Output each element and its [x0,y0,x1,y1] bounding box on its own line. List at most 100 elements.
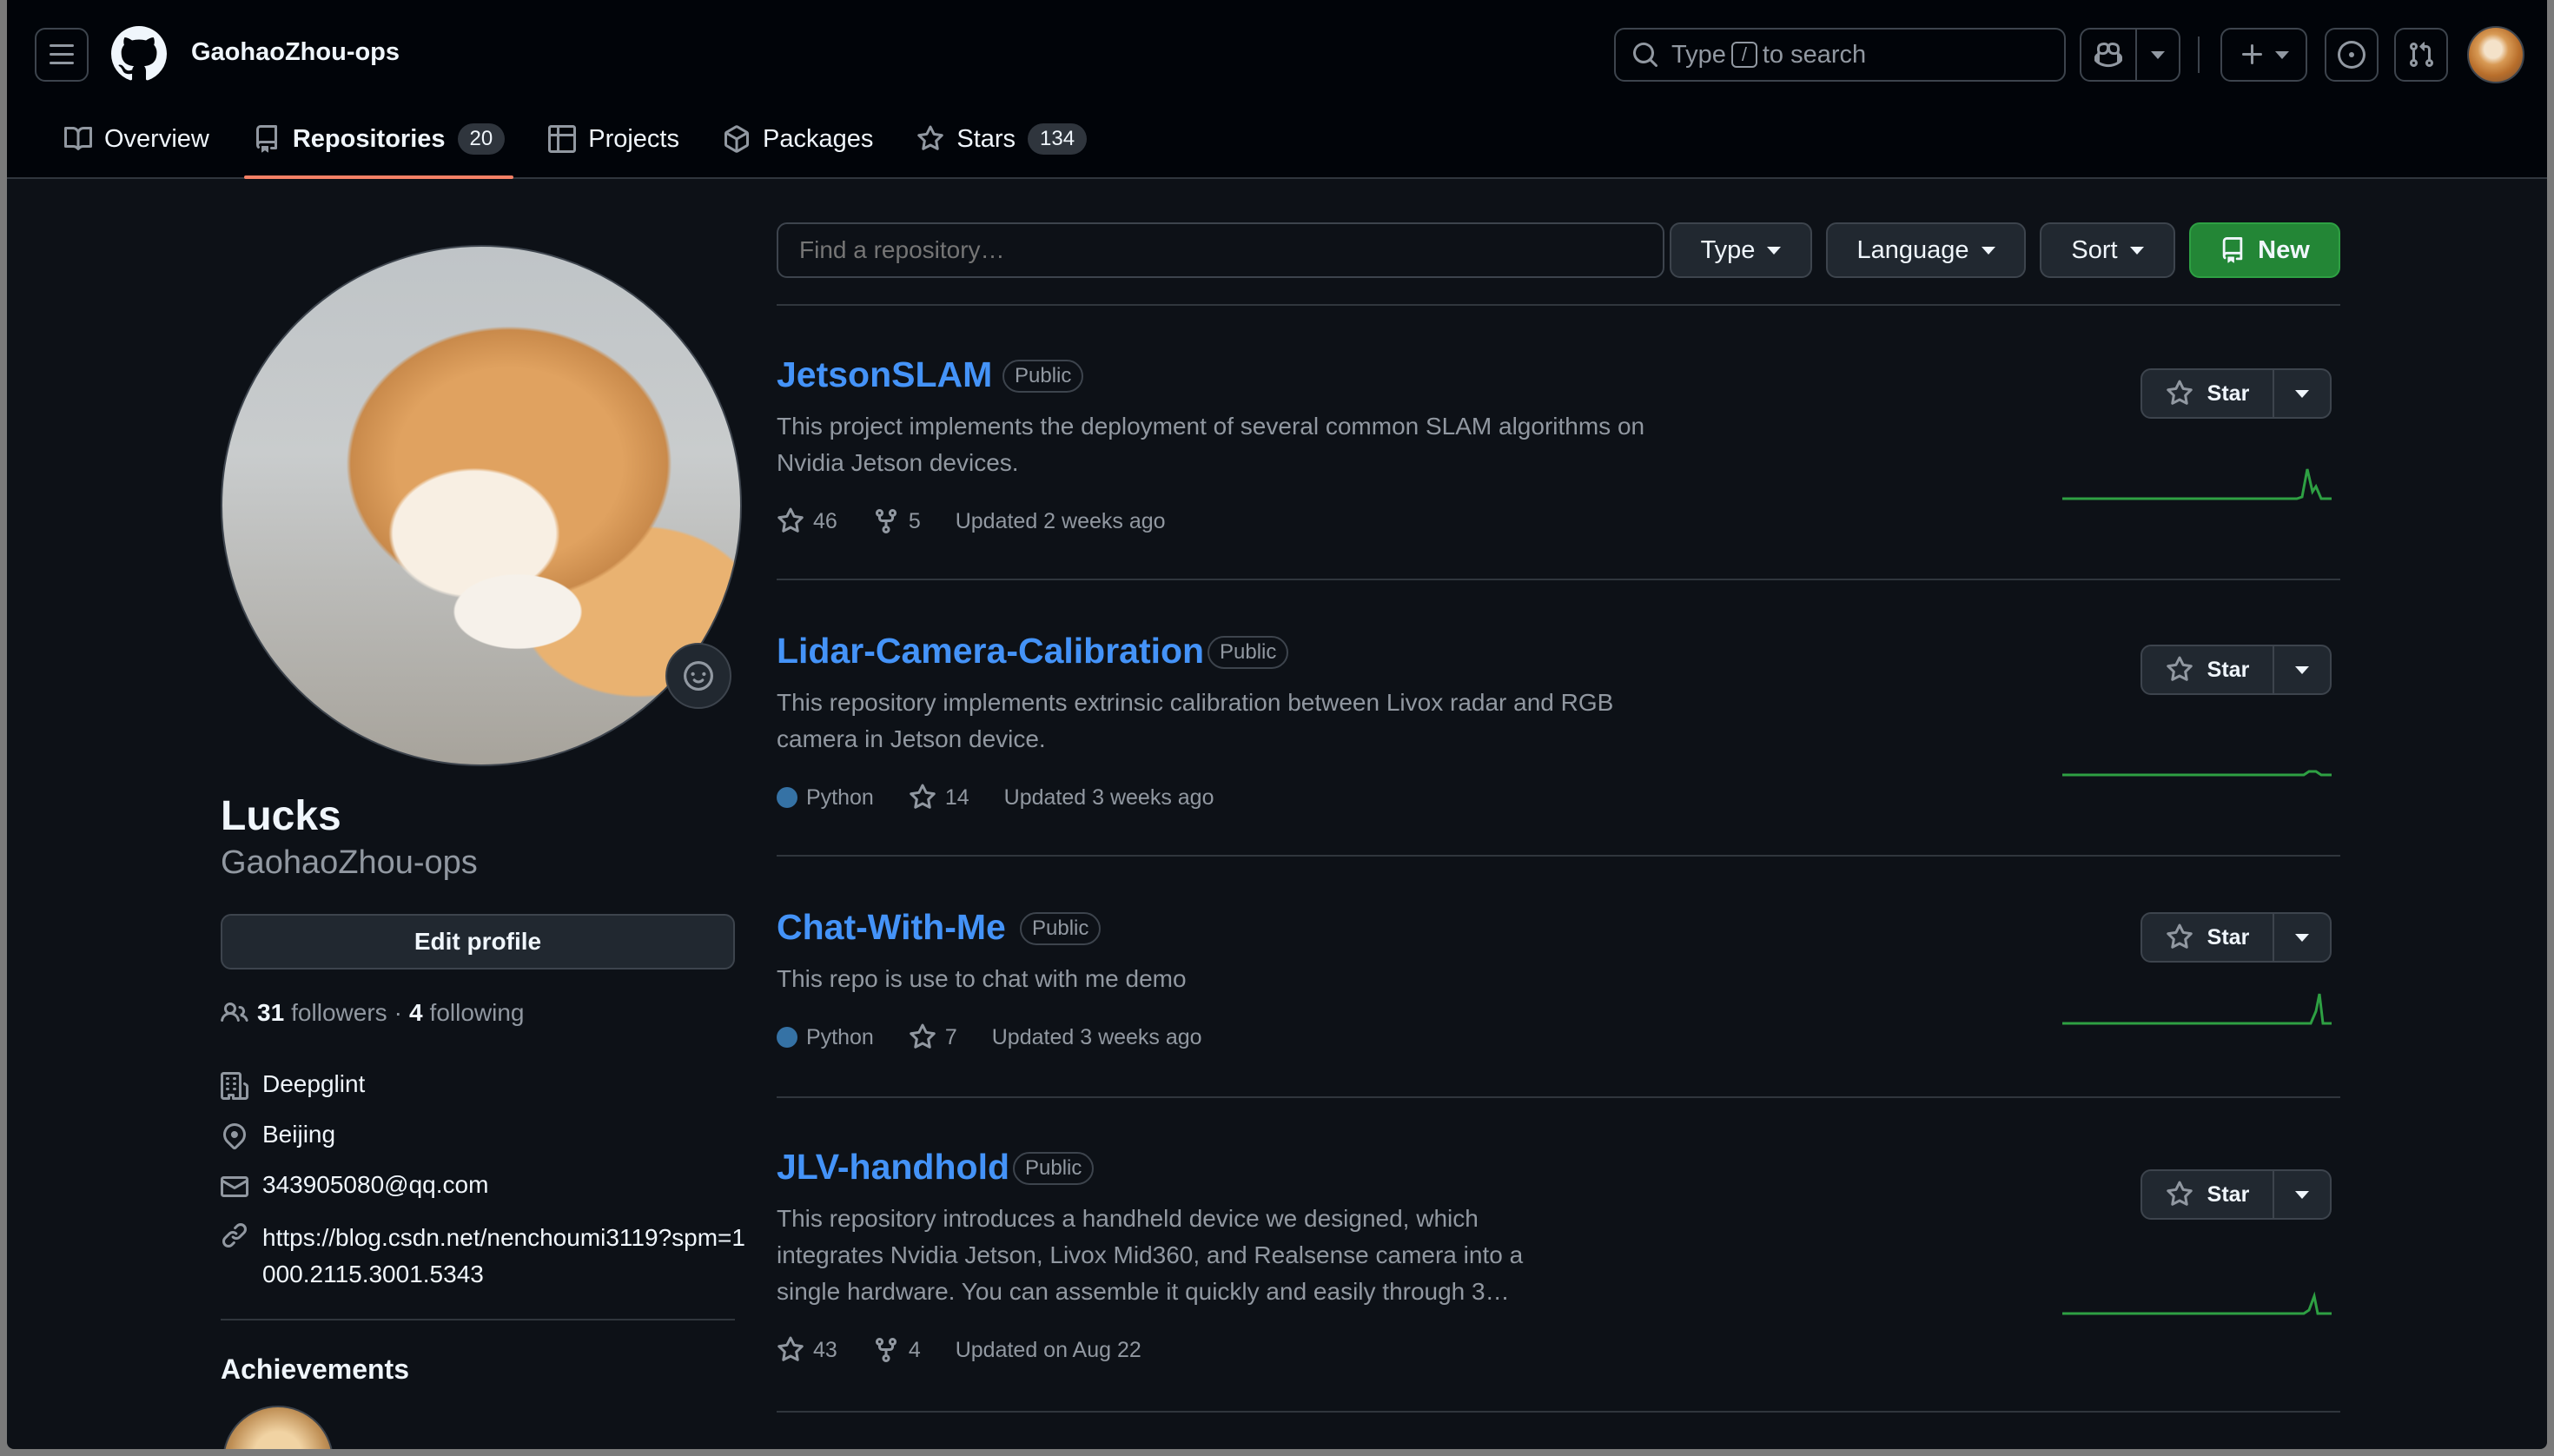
package-icon [725,125,749,153]
chevron-down-icon [1767,246,1782,255]
tab-projects[interactable]: Projects [533,113,695,165]
search-input[interactable]: Type / to search [1614,28,2066,82]
pull-requests-button[interactable] [2394,28,2448,82]
star-icon [2166,380,2193,405]
chevron-down-icon [2295,389,2309,398]
stargazers-link[interactable]: 46 [777,507,837,535]
chevron-down-icon [2129,246,2144,255]
owner-name-link[interactable]: GaohaoZhou-ops [191,38,400,67]
star-icon [910,784,936,809]
chevron-down-icon [2151,50,2165,59]
activity-sparkline [2062,993,2332,1025]
top-header: GaohaoZhou-ops Type / to search Overview… [7,0,2547,179]
profile-location: Beijing [221,1121,335,1150]
github-window: GaohaoZhou-ops Type / to search Overview… [7,0,2547,1449]
github-logo-icon[interactable] [111,26,167,82]
stars-count-badge: 134 [1028,123,1088,155]
issue-opened-icon [2338,41,2365,69]
tab-label: Packages [763,124,874,153]
repo-icon [2222,237,2243,263]
followers-link[interactable]: 31 followers [257,999,387,1027]
repo-description: This repo is use to chat with me demo [777,965,1187,992]
forks-link[interactable]: 4 [872,1336,921,1364]
star-button[interactable]: Star [2140,912,2274,963]
tab-stars[interactable]: Stars 134 [901,113,1102,165]
set-status-button[interactable] [665,643,731,709]
language-color-dot [777,1027,797,1048]
stargazers-link[interactable]: 7 [909,1023,957,1051]
star-count: 14 [944,784,969,810]
profile-email: 343905080@qq.com [221,1171,488,1201]
repo-description: This project implements the deployment o… [777,413,1645,476]
sort-label: Sort [2071,235,2118,264]
star-label: Star [2207,657,2250,682]
company-text: Deepglint [262,1070,366,1097]
location-text: Beijing [262,1121,336,1148]
tab-repositories[interactable]: Repositories 20 [237,113,520,179]
tab-packages[interactable]: Packages [707,113,889,165]
issues-button[interactable] [2325,28,2379,82]
star-button[interactable]: Star [2140,1169,2274,1220]
link-icon [222,1222,248,1248]
organization-icon [221,1072,248,1100]
table-icon [548,125,577,153]
star-button-group: Star [2140,912,2332,963]
menu-button[interactable] [35,28,89,82]
star-button-group: Star [2140,1169,2332,1220]
star-icon [2166,923,2193,949]
user-avatar[interactable] [2467,26,2524,83]
forks-link[interactable]: 5 [872,507,921,535]
tab-label: Repositories [292,124,446,153]
copilot-menu-button[interactable] [2137,28,2180,82]
star-button[interactable]: Star [2140,645,2274,695]
activity-sparkline [2062,1291,2332,1315]
language-filter-button[interactable]: Language [1826,222,2026,278]
edit-profile-button[interactable]: Edit profile [221,914,735,970]
sort-button[interactable]: Sort [2040,222,2175,278]
profile-website: https://blog.csdn.net/nenchoumi3119?spm=… [221,1220,749,1293]
star-button[interactable]: Star [2140,368,2274,419]
profile-tabs: Overview Repositories 20 Projects Packag… [49,113,1115,179]
type-label: Type [1700,235,1756,264]
tab-overview[interactable]: Overview [49,113,225,165]
website-link[interactable]: https://blog.csdn.net/nenchoumi3119?spm=… [262,1220,749,1293]
repo-meta: Python 7 Updated 3 weeks ago [777,1023,1237,1051]
mail-icon [221,1176,248,1197]
repo-icon [255,125,277,153]
stargazers-link[interactable]: 43 [777,1336,837,1364]
repo-name-link[interactable]: Chat-With-Me [777,907,1006,948]
star-label: Star [2207,924,2250,950]
search-placeholder-suffix: to search [1762,40,1867,69]
activity-sparkline [2062,468,2332,500]
stargazers-link[interactable]: 14 [909,784,969,811]
star-list-menu-button[interactable] [2274,645,2332,695]
tab-label: Stars [956,124,1016,153]
type-filter-button[interactable]: Type [1670,222,1812,278]
following-label: following [429,999,525,1026]
following-link[interactable]: 4 following [409,999,525,1027]
repo-name-link[interactable]: Lidar-Camera-Calibration [777,631,1204,672]
star-list-menu-button[interactable] [2274,1169,2332,1220]
find-repository-input[interactable] [777,222,1664,278]
git-pull-request-icon [2409,42,2434,68]
updated-time: Updated on Aug 22 [955,1337,1141,1362]
tab-label: Projects [588,124,679,153]
achievement-badge[interactable] [222,1406,334,1449]
star-list-menu-button[interactable] [2274,368,2332,419]
language-color-dot [777,787,797,808]
create-new-button[interactable] [2220,28,2307,82]
copilot-button[interactable] [2080,28,2137,82]
new-repo-button[interactable]: New [2189,222,2340,278]
email-link[interactable]: 343905080@qq.com [262,1171,488,1199]
profile-avatar [221,245,742,766]
profile-company: Deepglint [221,1070,365,1100]
repo-name-link[interactable]: JLV-handhold [777,1147,1009,1188]
star-icon [917,125,944,150]
repo-name-link[interactable]: JetsonSLAM [777,354,992,395]
smiley-icon [684,661,713,691]
list-divider [777,579,2340,580]
repo-meta: 43 4 Updated on Aug 22 [777,1336,1176,1364]
star-list-menu-button[interactable] [2274,912,2332,963]
plus-icon [2242,44,2262,64]
profile-name: Lucks [221,793,341,839]
